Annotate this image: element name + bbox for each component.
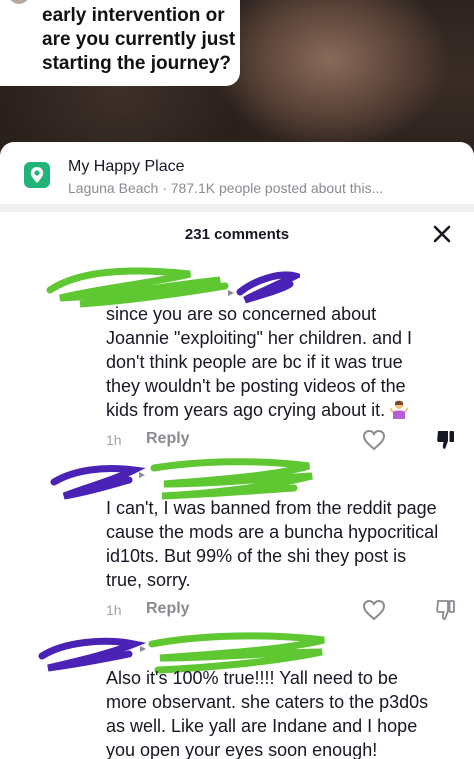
comment-line: true, sorry. (106, 570, 191, 590)
dislike-icon[interactable] (436, 599, 456, 621)
comment-line: more observant. she caters to the p3d0s (106, 692, 429, 712)
comment-line: Also it's 100% true!!!! Yall need to be (106, 668, 398, 688)
comment-text: I can't, I was banned from the reddit pa… (106, 496, 468, 592)
reply-button[interactable]: Reply (146, 600, 190, 618)
heart-icon[interactable] (362, 429, 386, 451)
close-icon[interactable] (430, 222, 454, 246)
comments-sheet: My Happy Place Laguna Beach · 787.1K peo… (0, 142, 474, 759)
comment-line: you open your eyes soon enough! (106, 740, 378, 759)
comment-line: I can't, I was banned from the reddit pa… (106, 498, 437, 518)
caption-avatar (8, 0, 30, 4)
location-anchor[interactable]: My Happy Place Laguna Beach · 787.1K peo… (0, 142, 474, 204)
comment-time: 1h (106, 602, 122, 618)
comment-line: kids from years ago crying about it. (106, 398, 468, 422)
comment-line: don't think people are bc if it was true (106, 352, 403, 372)
video-caption-bubble: early intervention or are you currently … (0, 0, 240, 86)
person-shrugging-emoji (389, 399, 409, 419)
comments-count: 231 comments (184, 226, 290, 243)
caption-line: early intervention or (42, 5, 225, 26)
section-divider (0, 204, 474, 212)
comment-text: since you are so concerned about Joannie… (106, 302, 468, 422)
reply-button[interactable]: Reply (146, 430, 190, 448)
heart-icon[interactable] (362, 599, 386, 621)
caption-line: starting the journey? (42, 53, 231, 74)
location-title: My Happy Place (68, 158, 185, 175)
comment-line: id10ts. But 99% of the shi they post is (106, 546, 407, 566)
comment-line: since you are so concerned about (106, 304, 377, 324)
comment-text: Also it's 100% true!!!! Yall need to be … (106, 666, 468, 759)
comment-line: as well. Like yall are Indane and I hope (106, 716, 418, 736)
location-pin-icon (24, 162, 50, 188)
location-subtitle: Laguna Beach · 787.1K people posted abou… (68, 180, 384, 196)
comment-line-text: kids from years ago crying about it. (106, 400, 386, 420)
dislike-icon[interactable] (436, 429, 456, 451)
caption-line: are you currently just (42, 29, 236, 50)
comment-line: cause the mods are a buncha hypocritical (106, 522, 439, 542)
comment-line: they wouldn't be posting videos of the (106, 376, 406, 396)
comment-line: Joannie "exploiting" her children. and I (106, 328, 412, 348)
comment-time: 1h (106, 432, 122, 448)
